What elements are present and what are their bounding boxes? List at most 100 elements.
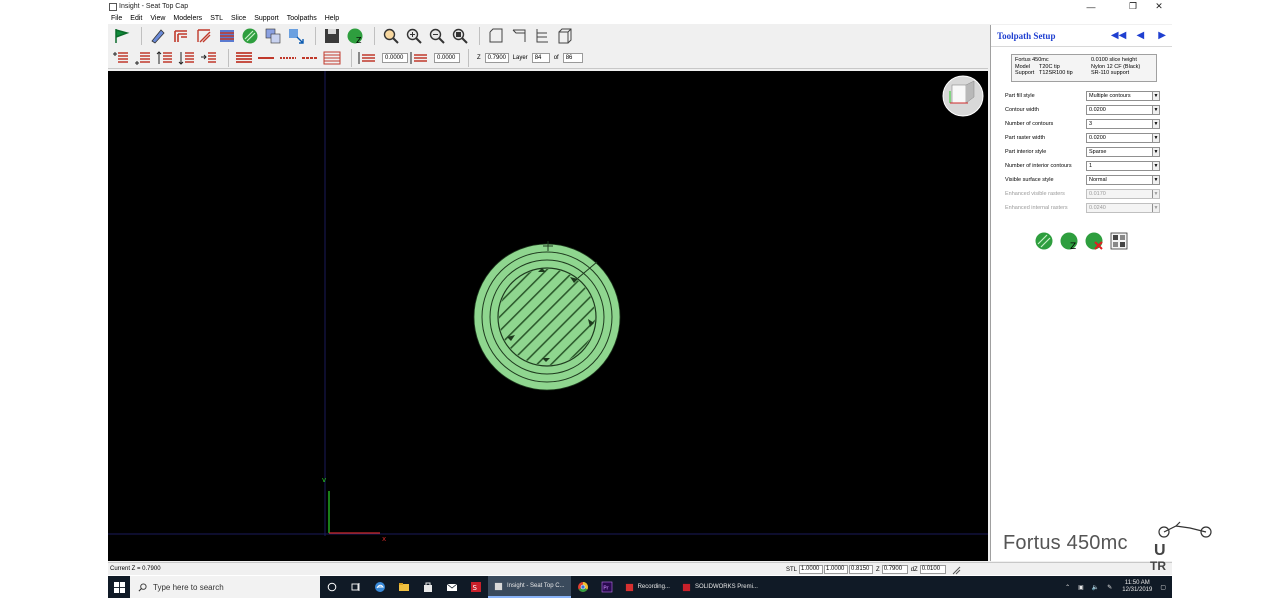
panel-first-icon[interactable]: ◀◀ <box>1108 30 1130 41</box>
tray-overflow-icon[interactable]: ⌃ <box>1065 584 1070 591</box>
cortana-button[interactable] <box>320 576 344 598</box>
line-style-thick-button[interactable] <box>235 49 253 67</box>
width-2-input[interactable]: 0.0000 <box>434 52 460 63</box>
param-contour-width: Contour width 0.0200 ▼ <box>1005 103 1167 117</box>
build-toolpath-button[interactable]: Z <box>345 26 365 46</box>
dropdown-arrow-icon: ▼ <box>1152 190 1159 198</box>
number-of-contours-select[interactable]: 3 ▼ <box>1086 119 1160 129</box>
zoom-in-button[interactable] <box>404 26 424 46</box>
menu-support[interactable]: Support <box>254 15 279 22</box>
param-value: 1 <box>1089 163 1093 169</box>
save-job-button[interactable] <box>322 26 342 46</box>
menu-slice[interactable]: Slice <box>231 15 246 22</box>
line-style-dash-button[interactable] <box>279 49 297 67</box>
taskbar-premiere-button[interactable]: Pr <box>595 576 619 598</box>
raster-tool-button[interactable] <box>194 26 214 46</box>
taskbar-chrome-button[interactable] <box>571 576 595 598</box>
apply-toolpath-button[interactable] <box>1033 230 1055 252</box>
taskbar-app-solidworks[interactable]: SOLIDWORKS Premi... <box>676 576 764 598</box>
z-value-input[interactable]: 0.7900 <box>484 52 509 63</box>
taskbar-explorer-button[interactable] <box>392 576 416 598</box>
notifications-icon[interactable]: ▢ <box>1160 584 1166 591</box>
view-top-button[interactable] <box>509 26 529 46</box>
contour-layers-button[interactable] <box>171 26 191 46</box>
part-raster-width-select[interactable]: 0.0200 ▼ <box>1086 133 1160 143</box>
network-icon[interactable]: ▣ <box>1078 584 1084 591</box>
dropdown-arrow-icon: ▼ <box>1152 176 1159 184</box>
viewport-canvas: v x <box>108 71 988 543</box>
volume-icon[interactable]: 🔈 <box>1092 584 1099 591</box>
panel-back-icon[interactable]: ◀ <box>1129 30 1151 41</box>
edit-contour-button[interactable] <box>148 26 168 46</box>
taskbar-app-insight[interactable]: Insight - Seat Top C... <box>488 576 571 598</box>
part-fill-style-select[interactable]: Multiple contours ▼ <box>1086 91 1160 101</box>
menu-view[interactable]: View <box>150 15 165 22</box>
layer-up-button[interactable] <box>156 49 174 67</box>
taskbar-clock[interactable]: 11:50 AM 12/31/2019 <box>1122 580 1152 594</box>
zoom-window-button[interactable] <box>381 26 401 46</box>
start-button[interactable] <box>108 576 130 598</box>
pen-icon[interactable]: ✎ <box>1107 584 1112 591</box>
graphics-viewport[interactable]: v x <box>108 71 988 561</box>
zoom-fit-icon <box>452 28 468 44</box>
copy-layers-button[interactable] <box>263 26 283 46</box>
line-style-dot-button[interactable] <box>301 49 319 67</box>
width-2-icon-button[interactable] <box>410 49 428 67</box>
app-icon <box>109 2 117 11</box>
flag-tool-button[interactable] <box>112 26 132 46</box>
interior-contours-select[interactable]: 1 ▼ <box>1086 161 1160 171</box>
menu-help[interactable]: Help <box>325 15 339 22</box>
panel-action-buttons: Z <box>1033 230 1133 252</box>
stack-layers-button[interactable] <box>217 26 237 46</box>
add-layer-above-button[interactable] <box>112 49 130 67</box>
view-cube[interactable] <box>942 75 984 117</box>
zoom-out-button[interactable] <box>427 26 447 46</box>
delete-toolpath-button[interactable] <box>1083 230 1105 252</box>
line-style-solid-button[interactable] <box>257 49 275 67</box>
view-side-button[interactable] <box>532 26 552 46</box>
view-front-button[interactable] <box>486 26 506 46</box>
toolpath-options-button[interactable] <box>1108 230 1130 252</box>
menu-stl[interactable]: STL <box>210 15 223 22</box>
layers-add-below-icon <box>135 51 150 65</box>
add-layer-below-button[interactable] <box>134 49 152 67</box>
menu-file[interactable]: File <box>111 15 122 22</box>
stl-y-field: 1.0000 <box>824 565 849 574</box>
line-style-fill-button[interactable] <box>323 49 341 67</box>
taskbar-mail-button[interactable] <box>440 576 464 598</box>
view-iso-button[interactable] <box>555 26 575 46</box>
solidworks-logo-icon: S <box>471 582 481 592</box>
width-1-input[interactable]: 0.0000 <box>382 52 408 63</box>
menu-modelers[interactable]: Modelers <box>173 15 202 22</box>
part-interior-style-select[interactable]: Sparse ▼ <box>1086 147 1160 157</box>
menu-edit[interactable]: Edit <box>130 15 142 22</box>
stl-z-field: 0.8150 <box>849 565 874 574</box>
toolpath-generate-button[interactable] <box>240 26 260 46</box>
watermark-letter-u: U <box>1154 542 1166 559</box>
contour-width-select[interactable]: 0.0200 ▼ <box>1086 105 1160 115</box>
close-button[interactable]: ✕ <box>1148 0 1170 13</box>
visible-surface-style-select[interactable]: Normal ▼ <box>1086 175 1160 185</box>
apply-range-button[interactable]: Z <box>1058 230 1080 252</box>
task-view-icon <box>351 583 360 591</box>
menu-toolpaths[interactable]: Toolpaths <box>287 15 317 22</box>
green-disc-icon <box>242 28 258 43</box>
param-enhanced-internal-rasters: Enhanced internal rasters 0.0240 ▼ <box>1005 201 1167 215</box>
task-view-button[interactable] <box>344 576 368 598</box>
move-layer-button[interactable] <box>200 49 218 67</box>
zoom-fit-button[interactable] <box>450 26 470 46</box>
transfer-layers-button[interactable] <box>286 26 306 46</box>
restore-button[interactable]: ❐ <box>1122 0 1144 13</box>
width-1-icon-button[interactable] <box>358 49 376 67</box>
status-fields: STL 1.0000 1.0000 0.8150 Z 0.7900 dZ 0.0… <box>784 564 961 575</box>
taskbar-search-box[interactable]: Type here to search <box>130 576 320 598</box>
taskbar-app-recording[interactable]: Recording... <box>619 576 676 598</box>
layer-down-button[interactable] <box>178 49 196 67</box>
taskbar-edge-button[interactable] <box>368 576 392 598</box>
taskbar-solidworks-button[interactable]: S <box>464 576 488 598</box>
minimize-button[interactable]: — <box>1080 0 1102 13</box>
layer-input[interactable]: 84 <box>531 52 550 63</box>
taskbar-store-button[interactable] <box>416 576 440 598</box>
panel-forward-icon[interactable]: ▶ <box>1151 30 1172 41</box>
resize-grip-icon[interactable] <box>951 565 961 575</box>
